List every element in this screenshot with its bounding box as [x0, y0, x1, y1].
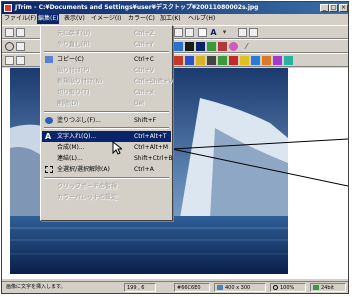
crop-icon[interactable]	[198, 28, 207, 37]
close-button[interactable]: ×	[339, 4, 348, 12]
menu-item-redo[interactable]: やり直し(R) Ctrl+Y	[42, 39, 171, 50]
status-message: 画像に文字を挿入します。	[6, 284, 66, 290]
menu-item-paste[interactable]: 貼り付け(P) Ctrl+V	[42, 65, 171, 76]
window-split-icon[interactable]	[249, 28, 258, 37]
menu-item-cut[interactable]: 切り取り(T) Ctrl+X	[42, 87, 171, 98]
menu-color[interactable]: カラー(C)	[128, 14, 155, 24]
menu-help[interactable]: ヘルプ(H)	[188, 14, 215, 24]
star-effect-icon[interactable]	[240, 56, 249, 65]
emboss-icon[interactable]	[284, 56, 293, 65]
menu-item-delete[interactable]: 削除(D) Del	[42, 98, 171, 109]
text-a-icon: A	[45, 132, 52, 141]
edit-menu-dropdown: 元に戻す(U) Ctrl+Z やり直し(R) Ctrl+Y コピー(C) Ctr…	[40, 25, 173, 221]
menu-edit[interactable]: 編集(E)	[37, 14, 60, 24]
open-folder-icon[interactable]	[5, 28, 14, 37]
frame-icon[interactable]	[196, 42, 205, 51]
search-icon[interactable]	[5, 42, 14, 51]
blue-adjust-icon[interactable]	[185, 56, 194, 65]
color-depth-icon	[313, 285, 319, 290]
undo-icon	[45, 30, 53, 37]
status-bit-depth: 24bit	[310, 283, 346, 292]
tone-curve-icon[interactable]	[262, 56, 271, 65]
concatenate-icon	[45, 155, 53, 162]
grid-icon[interactable]	[238, 28, 247, 37]
paint-bucket-icon	[45, 117, 53, 124]
composite-icon	[45, 144, 53, 151]
new-paste-icon	[45, 78, 53, 85]
menu-file[interactable]: ファイル(F)	[4, 14, 36, 24]
color-balance-icon[interactable]	[251, 56, 260, 65]
mouse-pointer-icon	[112, 141, 122, 155]
menu-item-concatenate[interactable]: 連結(L)... Shift+Ctrl+B	[42, 153, 172, 164]
gradient-icon[interactable]	[229, 56, 238, 65]
redo-icon[interactable]	[185, 28, 194, 37]
menu-bar: ファイル(F) 編集(E) 表示(V) イメージ(I) カラー(C) 加工(K)…	[2, 14, 348, 24]
mosaic-icon[interactable]	[185, 42, 194, 51]
menu-item-clipboard-monitor[interactable]: クリップボードの監視	[42, 181, 171, 192]
pencil-icon[interactable]	[218, 42, 227, 51]
redo-icon	[45, 41, 53, 48]
red-adjust-icon[interactable]	[174, 56, 183, 65]
effect-circle-icon[interactable]	[229, 42, 238, 51]
brightness-icon[interactable]	[196, 56, 205, 65]
cut-icon	[45, 89, 53, 96]
hue-icon[interactable]	[218, 56, 227, 65]
paste-icon	[45, 67, 53, 74]
maximize-button[interactable]: □	[329, 4, 338, 12]
brush-icon[interactable]: ⁄	[242, 42, 251, 51]
rotate-icon[interactable]	[16, 56, 25, 65]
app-window: JTrim - C:¥Documents and Settings¥user¥デ…	[1, 1, 349, 294]
menu-separator	[44, 127, 169, 129]
flip-icon[interactable]	[5, 56, 14, 65]
menu-process[interactable]: 加工(K)	[160, 14, 181, 24]
text-insert-icon[interactable]: A	[209, 28, 218, 37]
menu-item-composite[interactable]: 合成(M)... Ctrl+Alt+M	[42, 142, 171, 153]
app-icon[interactable]	[4, 4, 12, 12]
title-bar[interactable]: JTrim - C:¥Documents and Settings¥user¥デ…	[2, 2, 348, 14]
select-all-icon	[45, 166, 53, 173]
dropdown-arrow-icon[interactable]: ▾	[220, 28, 229, 37]
copy-icon	[45, 56, 53, 63]
image-size-icon	[217, 285, 223, 290]
menu-item-select-all[interactable]: 全選択/選択解除(A) Ctrl+A	[42, 164, 171, 175]
menu-image[interactable]: イメージ(I)	[91, 14, 121, 24]
contrast-icon[interactable]	[207, 56, 216, 65]
status-color: #66C6E0	[174, 283, 210, 292]
menu-item-copy[interactable]: コピー(C) Ctrl+C	[42, 54, 171, 65]
undo-icon[interactable]	[174, 28, 183, 37]
status-zoom: 100%	[270, 283, 306, 292]
menu-item-fill[interactable]: 塗りつぶし(F)... Shift+F	[42, 115, 171, 126]
delete-icon	[45, 100, 53, 107]
menu-separator	[44, 111, 169, 113]
blue-filter-icon[interactable]	[174, 42, 183, 51]
menu-separator	[44, 51, 169, 53]
menu-item-new-paste[interactable]: 新規貼り付け(N) Ctrl+Shift+V	[42, 76, 172, 87]
menu-item-color-palette[interactable]: カラーパレットの設定	[42, 192, 171, 203]
menu-separator	[44, 177, 169, 179]
status-bar: 画像に文字を挿入します。 199 , 6 #66C6E0 400 x 300 1…	[2, 281, 348, 293]
new-document-icon[interactable]	[16, 28, 25, 37]
menu-view[interactable]: 表示(V)	[64, 14, 85, 24]
status-coords: 199 , 6	[124, 283, 156, 292]
zoom-magnifier-icon	[273, 285, 278, 290]
zoom-icon[interactable]	[16, 42, 25, 51]
status-image-size: 400 x 300	[214, 283, 266, 292]
minimize-button[interactable]: _	[320, 4, 329, 12]
posterize-icon[interactable]	[273, 56, 282, 65]
menu-item-insert-text[interactable]: A 文字入れ(Q)... Ctrl+Alt+T	[42, 131, 171, 142]
sharpen-icon[interactable]	[207, 42, 216, 51]
menu-item-undo[interactable]: 元に戻す(U) Ctrl+Z	[42, 28, 171, 39]
window-title: JTrim - C:¥Documents and Settings¥user¥デ…	[15, 4, 259, 11]
